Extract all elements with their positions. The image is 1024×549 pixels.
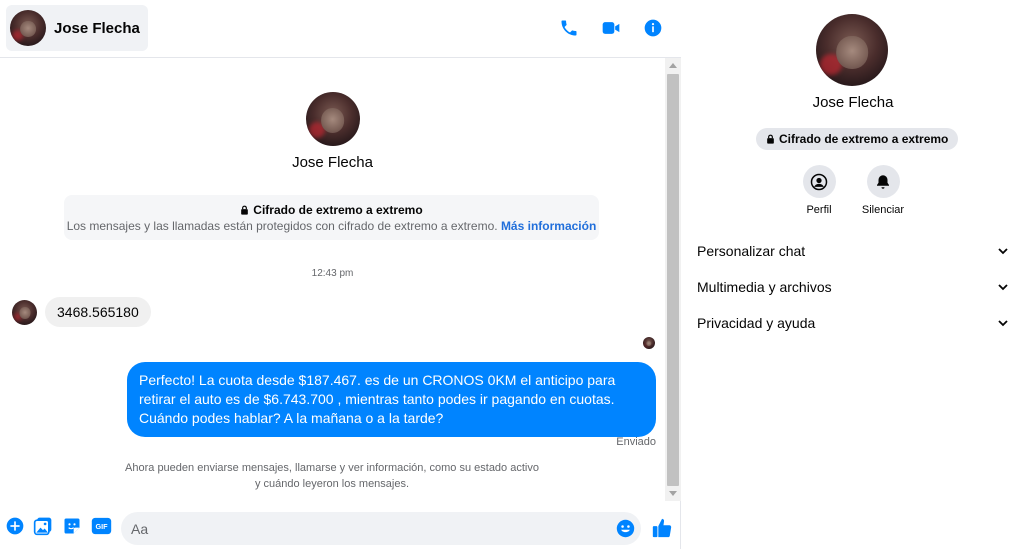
sender-avatar[interactable] [12, 299, 37, 325]
section-media-files[interactable]: Multimedia y archivos [697, 274, 1009, 300]
info-contact-name: Jose Flecha [812, 94, 894, 111]
profile-icon[interactable] [802, 165, 836, 198]
mute-action[interactable]: Silenciar [853, 165, 913, 216]
scrollbar-thumb[interactable] [667, 74, 679, 486]
section-customize-chat[interactable]: Personalizar chat [697, 238, 1009, 264]
chevron-down-icon [998, 320, 1008, 327]
scroll-down-arrow[interactable] [669, 491, 677, 496]
conversation-contact-name: Jose Flecha [292, 154, 373, 171]
message-status: Enviado [616, 436, 656, 448]
chevron-down-icon [998, 248, 1008, 255]
message-timestamp: 12:43 pm [311, 268, 354, 279]
conversation-avatar[interactable] [305, 92, 360, 146]
more-info-link[interactable]: Más información [501, 219, 596, 233]
section-privacy-help[interactable]: Privacidad y ayuda [697, 310, 1009, 336]
scroll-up-arrow[interactable] [669, 63, 677, 68]
composer: GIF [0, 501, 681, 549]
mute-action-label: Silenciar [861, 204, 905, 216]
profile-action-label: Perfil [806, 204, 832, 216]
contact-chip[interactable]: Jose Flecha [6, 5, 148, 51]
gif-icon[interactable]: GIF [90, 515, 112, 537]
message-list: Jose Flecha Cifrado de extremo a extremo… [0, 58, 665, 501]
incoming-message-row: 3468.565180 [12, 297, 151, 327]
sticker-icon[interactable] [61, 515, 83, 537]
message-input-container [121, 512, 641, 545]
message-scrollbar[interactable] [665, 58, 681, 501]
profile-action[interactable]: Perfil [789, 165, 849, 216]
encryption-description: Los mensajes y las llamadas están proteg… [66, 219, 498, 233]
message-input[interactable] [131, 512, 611, 545]
header-actions [557, 16, 665, 40]
lock-icon [241, 205, 249, 215]
image-icon[interactable] [32, 515, 54, 537]
svg-text:GIF: GIF [95, 522, 108, 531]
incoming-message-bubble[interactable]: 3468.565180 [45, 297, 151, 327]
encryption-notice: Cifrado de extremo a extremo Los mensaje… [64, 195, 599, 240]
system-note: Ahora pueden enviarse mensajes, llamarse… [125, 462, 539, 490]
phone-icon[interactable] [557, 16, 581, 40]
contact-name: Jose Flecha [54, 19, 140, 37]
encryption-pill[interactable]: Cifrado de extremo a extremo [756, 128, 959, 150]
encryption-title: Cifrado de extremo a extremo [253, 203, 423, 217]
chat-pane: Jose Flecha Jose Flecha Cifrado de extre… [0, 0, 681, 549]
outgoing-message-bubble[interactable]: Perfecto! La cuota desde $187.467. es de… [127, 362, 656, 437]
thumbs-up-icon[interactable] [651, 517, 673, 539]
contact-avatar [10, 10, 46, 46]
bell-icon[interactable] [866, 165, 900, 198]
info-icon[interactable] [641, 16, 665, 40]
info-avatar-wrapper [816, 14, 888, 86]
chat-header: Jose Flecha [0, 0, 681, 58]
plus-circle-icon[interactable] [4, 515, 26, 537]
lock-icon [767, 134, 774, 144]
read-receipt-avatar [643, 337, 655, 349]
conversation-profile: Jose Flecha [0, 92, 665, 171]
video-camera-icon[interactable] [599, 16, 623, 40]
messenger-window: Jose Flecha Jose Flecha Cifrado de extre… [0, 0, 1024, 549]
info-avatar[interactable] [816, 14, 888, 86]
emoji-icon[interactable] [616, 519, 635, 538]
chevron-down-icon [998, 284, 1008, 291]
chat-info-panel: Jose Flecha Cifrado de extremo a extremo… [682, 0, 1024, 549]
